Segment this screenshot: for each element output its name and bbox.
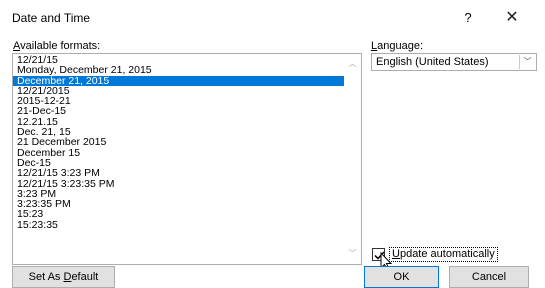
format-list-item[interactable]: 3:23:35 PM [13,199,344,210]
format-list: 12/21/15 Monday, December 21, 2015 Decembe… [13,55,344,230]
chevron-down-icon[interactable]: ﹀ [519,55,535,69]
close-icon: ✕ [505,9,519,26]
update-automatically-label: Update automatically [389,247,498,262]
format-list-item[interactable]: 15:23:35 [13,219,344,230]
title-bar: Date and Time ? ✕ [0,0,545,36]
dialog-title: Date and Time [12,11,91,25]
cancel-button[interactable]: Cancel [449,266,529,288]
format-list-item[interactable]: 15:23 [13,209,344,220]
help-button[interactable]: ? [459,9,477,27]
close-button[interactable]: ✕ [500,8,524,28]
language-dropdown[interactable]: English (United States) ﹀ [371,53,537,71]
format-list-item[interactable]: 21-Dec-15 [13,106,344,117]
format-list-item[interactable]: December 15 [13,147,344,158]
set-as-default-button[interactable]: Set As Default [12,266,115,288]
available-formats-listbox[interactable]: 12/21/15 Monday, December 21, 2015 Decembe… [12,53,362,265]
scroll-down-icon[interactable]: ﹀ [344,246,361,262]
scroll-up-icon[interactable]: ︿ [344,56,361,72]
listbox-scrollbar[interactable]: ︿ ﹀ [344,54,361,264]
ok-button[interactable]: OK [364,266,439,288]
language-label: Language: [371,40,424,52]
language-value: English (United States) [376,56,489,68]
available-formats-label: Available formats: [13,40,101,52]
format-list-item[interactable]: 12/21/15 3:23:35 PM [13,178,344,189]
